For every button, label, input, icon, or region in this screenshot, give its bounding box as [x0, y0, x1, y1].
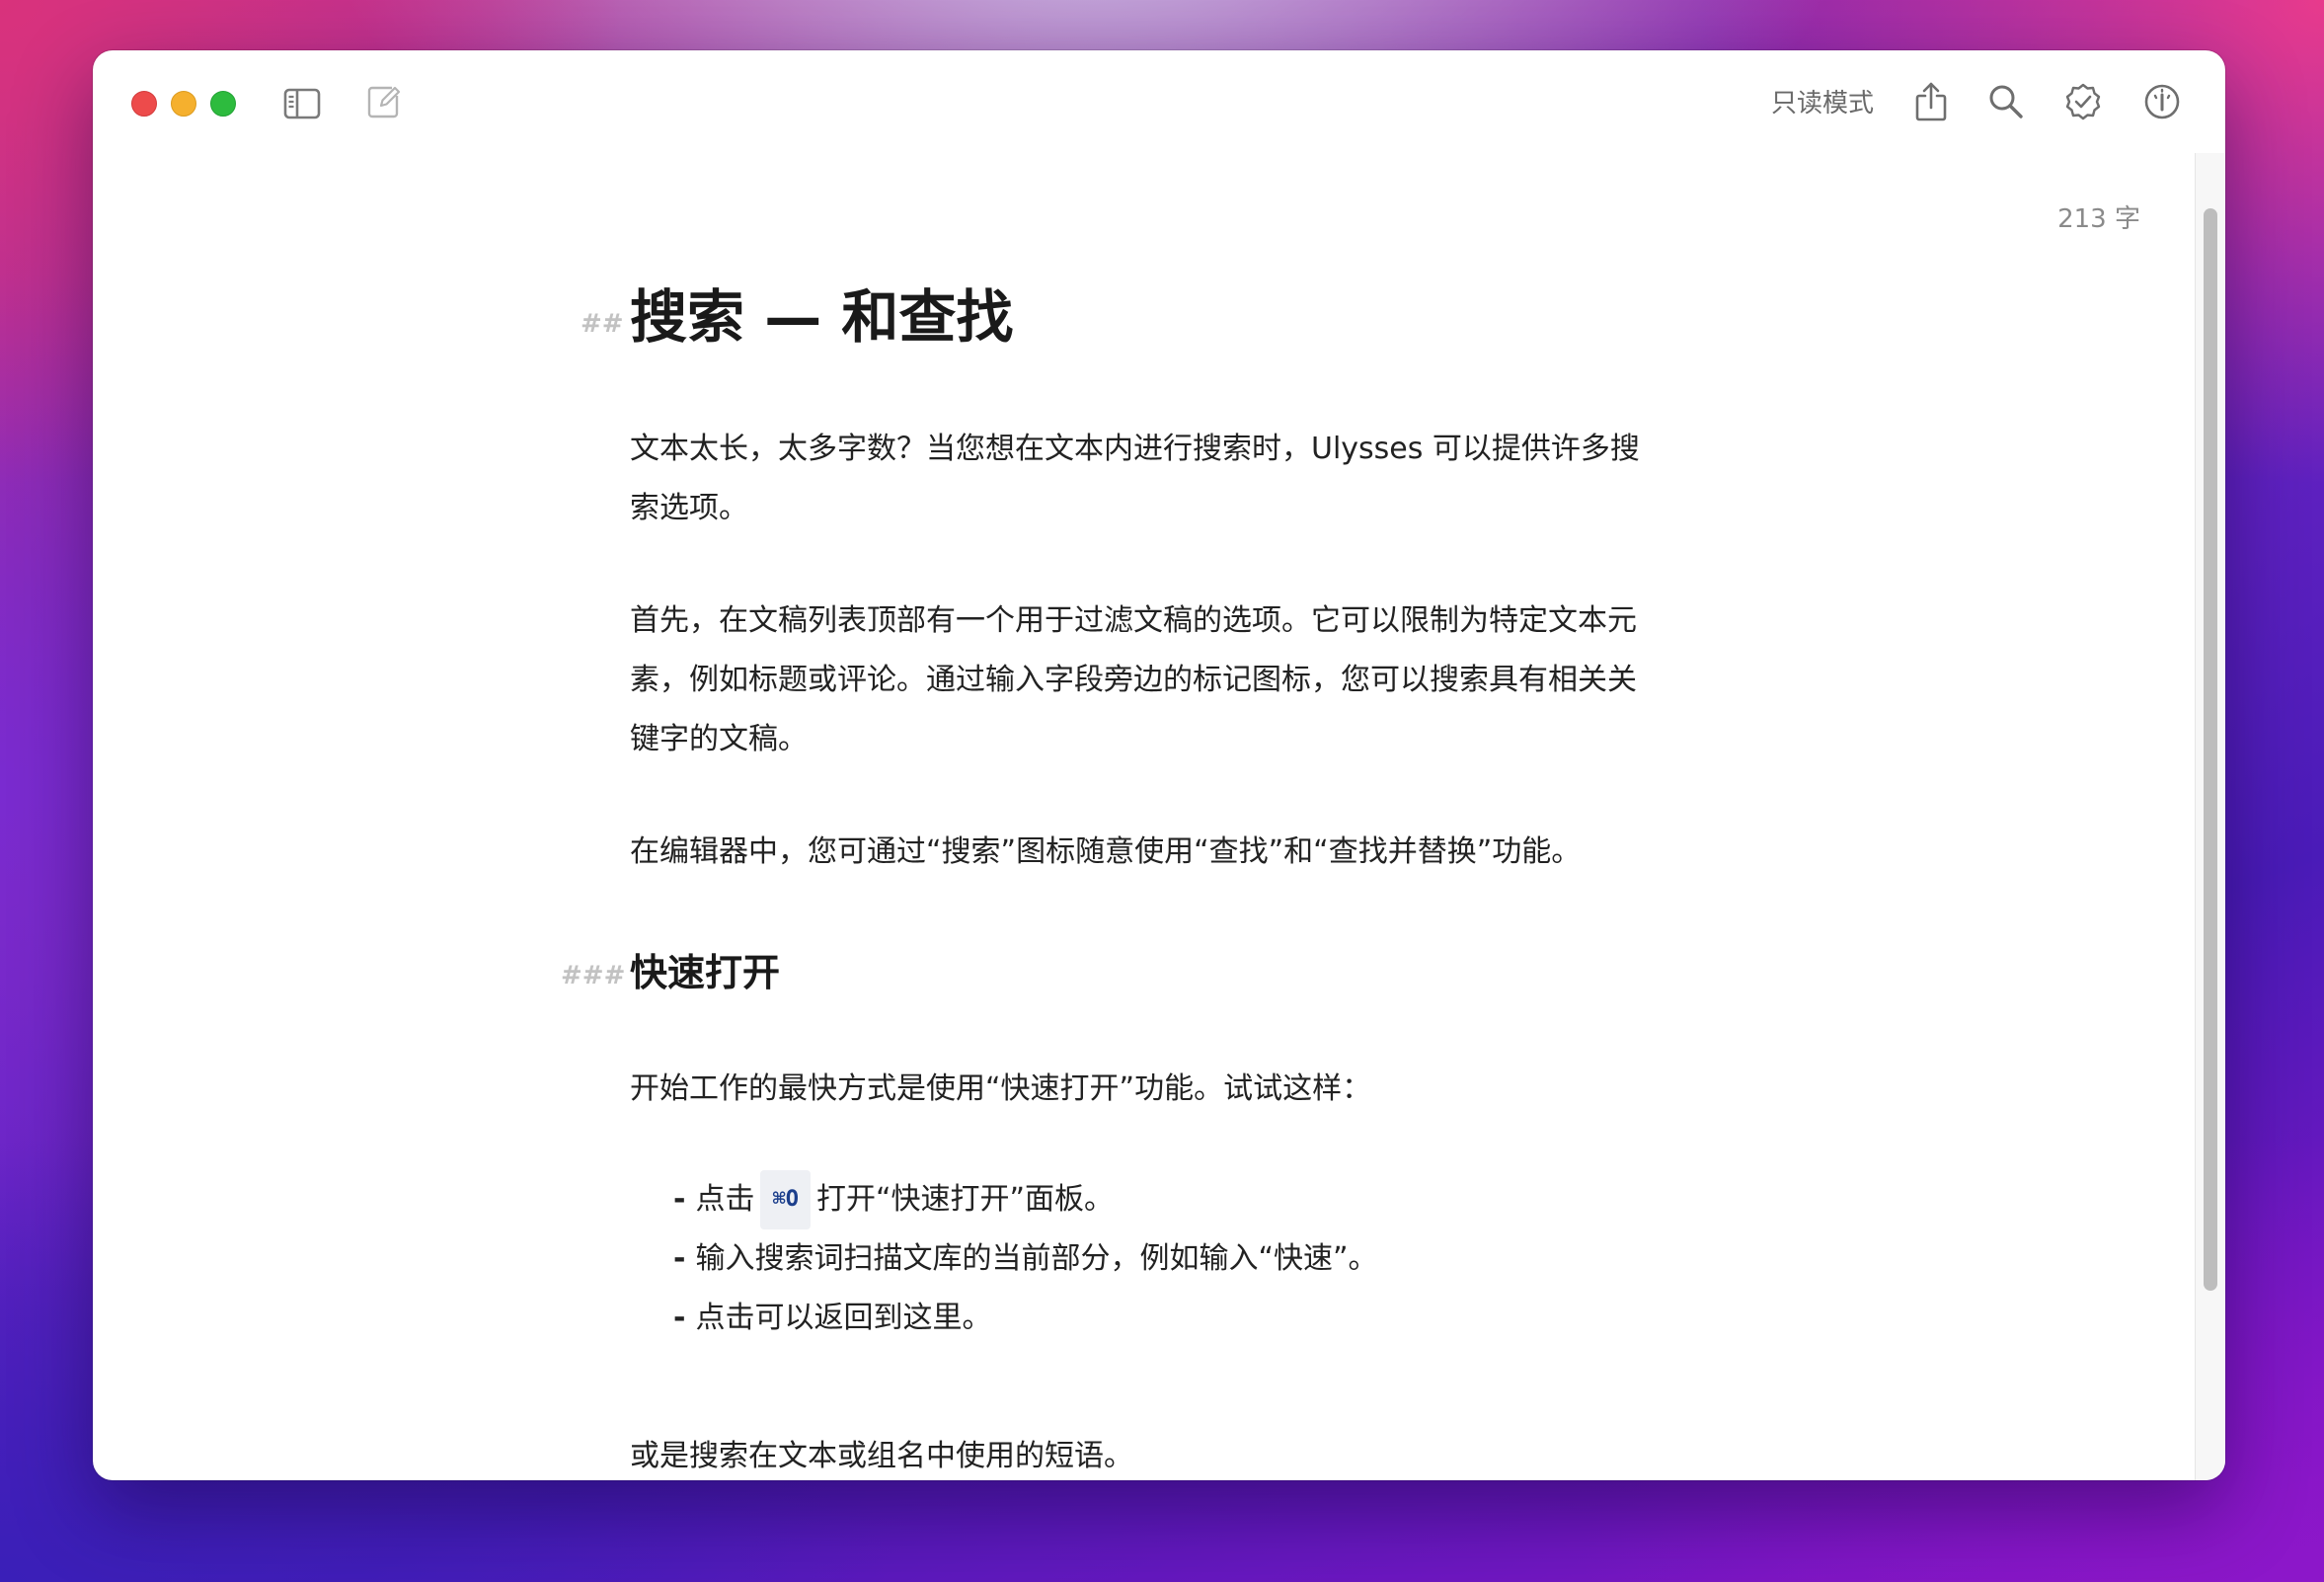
keyboard-shortcut: ⌘O: [760, 1170, 811, 1229]
section-heading[interactable]: 快速打开: [630, 945, 780, 1000]
list-item-text: 打开“快速打开”面板。: [815, 1182, 1115, 1217]
paragraph[interactable]: 开始工作的最快方式是使用“快速打开”功能。试试这样：: [630, 1060, 1657, 1119]
subheading-markdown-marker: ###: [561, 961, 626, 990]
scrollbar-thumb[interactable]: [2204, 208, 2217, 1291]
bullet-marker: -: [673, 1182, 686, 1217]
list-item-text: 点击: [695, 1182, 755, 1217]
paragraph[interactable]: 首先，在文稿列表顶部有一个用于过滤文稿的选项。它可以限制为特定文本元素，例如标题…: [630, 592, 1657, 769]
bullet-list[interactable]: - 点击 ⌘O 打开“快速打开”面板。 - 输入搜索词扫描文库的当前部分，例如输…: [673, 1170, 1562, 1348]
list-item-text: 输入搜索词扫描文库的当前部分，例如输入“快速”。: [695, 1241, 1378, 1276]
list-item[interactable]: - 输入搜索词扫描文库的当前部分，例如输入“快速”。: [673, 1229, 1562, 1289]
list-item-text: 点击可以返回到这里。: [695, 1301, 992, 1335]
paragraph[interactable]: 在编辑器中，您可通过“搜索”图标随意使用“查找”和“查找并替换”功能。: [630, 823, 1657, 882]
app-window: 只读模式 213 字 ## 搜索 — 和查找 文本太长，太多字数？当您想在文本内…: [93, 50, 2225, 1480]
heading-markdown-marker: ##: [581, 309, 624, 339]
word-count[interactable]: 213 字: [2057, 198, 2140, 235]
document-title[interactable]: 搜索 — 和查找: [630, 277, 1013, 356]
paragraph[interactable]: 文本太长，太多字数？当您想在文本内进行搜索时，Ulysses 可以提供许多搜索选…: [630, 420, 1657, 538]
vertical-scrollbar[interactable]: [2195, 153, 2225, 1480]
bullet-marker: -: [673, 1241, 686, 1276]
paragraph[interactable]: 或是搜索在文本或组名中使用的短语。: [630, 1427, 1657, 1480]
bullet-marker: -: [673, 1301, 686, 1335]
editor-area[interactable]: 213 字 ## 搜索 — 和查找 文本太长，太多字数？当您想在文本内进行搜索时…: [93, 50, 2196, 1480]
list-item[interactable]: - 点击 ⌘O 打开“快速打开”面板。: [673, 1170, 1562, 1229]
list-item[interactable]: - 点击可以返回到这里。: [673, 1289, 1562, 1348]
